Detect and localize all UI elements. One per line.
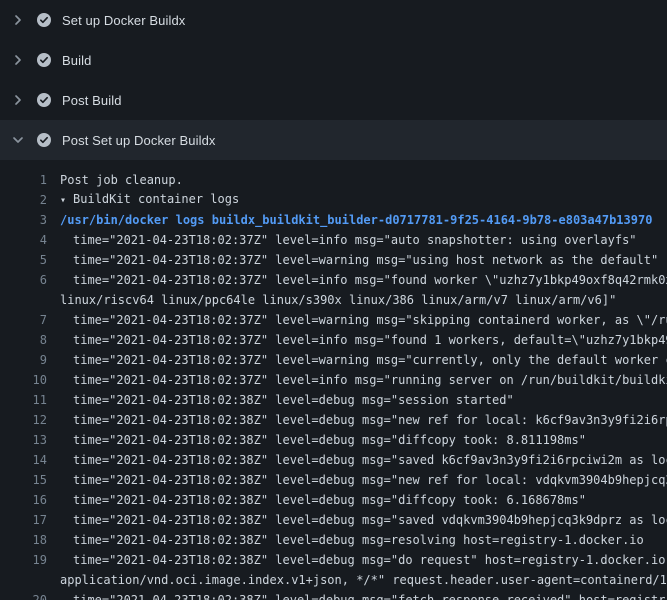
log-line-number[interactable]: 9: [0, 350, 47, 370]
chevron-right-icon[interactable]: [10, 92, 26, 108]
log-group-caret-icon[interactable]: ▾: [60, 191, 66, 211]
log-line-text: time="2021-04-23T18:02:37Z" level=info m…: [60, 230, 667, 250]
log-line-number[interactable]: 10: [0, 370, 47, 390]
log-line: 20 time="2021-04-23T18:02:38Z" level=debu…: [0, 590, 667, 600]
log-line: 11 time="2021-04-23T18:02:38Z" level=debu…: [0, 390, 667, 410]
step-post-set-up-docker-buildx[interactable]: Post Set up Docker Buildx: [0, 120, 667, 160]
log-line-text: time="2021-04-23T18:02:38Z" level=debug …: [60, 390, 667, 410]
log-line: 6 time="2021-04-23T18:02:37Z" level=info …: [0, 270, 667, 290]
log-line: 17 time="2021-04-23T18:02:38Z" level=debu…: [0, 510, 667, 530]
log-line-number[interactable]: 4: [0, 230, 47, 250]
check-circle-icon: [36, 132, 52, 148]
chevron-right-icon[interactable]: [10, 12, 26, 28]
log-line: 13 time="2021-04-23T18:02:38Z" level=debu…: [0, 430, 667, 450]
log-line-number[interactable]: 13: [0, 430, 47, 450]
log-line-text: linux/riscv64 linux/ppc64le linux/s390x …: [60, 290, 667, 310]
chevron-down-icon[interactable]: [10, 132, 26, 148]
log-line-number[interactable]: 15: [0, 470, 47, 490]
log-line-text: time="2021-04-23T18:02:38Z" level=debug …: [60, 470, 667, 490]
log-line: 4 time="2021-04-23T18:02:37Z" level=info …: [0, 230, 667, 250]
log-line-number[interactable]: 12: [0, 410, 47, 430]
check-circle-icon: [36, 92, 52, 108]
log-line: 18 time="2021-04-23T18:02:38Z" level=debu…: [0, 530, 667, 550]
log-line-number[interactable]: 20: [0, 590, 47, 600]
step-label: Post Set up Docker Buildx: [62, 133, 216, 148]
step-post-build[interactable]: Post Build: [0, 80, 667, 120]
log-line-text: time="2021-04-23T18:02:38Z" level=debug …: [60, 410, 667, 430]
log-line: 14 time="2021-04-23T18:02:38Z" level=debu…: [0, 450, 667, 470]
log-line-number[interactable]: 11: [0, 390, 47, 410]
log-line-text: time="2021-04-23T18:02:37Z" level=info m…: [60, 330, 667, 350]
log-line-text: time="2021-04-23T18:02:38Z" level=debug …: [60, 430, 667, 450]
check-circle-icon: [36, 52, 52, 68]
log-line-text: time="2021-04-23T18:02:38Z" level=debug …: [60, 510, 667, 530]
log-line-text: ▾BuildKit container logs: [60, 189, 667, 211]
log-line-text: time="2021-04-23T18:02:38Z" level=debug …: [60, 490, 667, 510]
log-line: 2 ▾BuildKit container logs: [0, 190, 667, 210]
log-line-number[interactable]: 16: [0, 490, 47, 510]
log-line-number[interactable]: 3: [0, 210, 47, 230]
log-line-text: time="2021-04-23T18:02:38Z" level=debug …: [60, 530, 667, 550]
log-line-text: time="2021-04-23T18:02:38Z" level=debug …: [60, 450, 667, 470]
step-label: Build: [62, 53, 91, 68]
step-set-up-docker-buildx[interactable]: Set up Docker Buildx: [0, 0, 667, 40]
log-line-number[interactable]: 7: [0, 310, 47, 330]
step-label: Post Build: [62, 93, 122, 108]
log-line-text: application/vnd.oci.image.index.v1+json,…: [60, 570, 667, 590]
check-circle-icon: [36, 12, 52, 28]
log-line: 3/usr/bin/docker logs buildx_buildkit_bu…: [0, 210, 667, 230]
log-line-text: time="2021-04-23T18:02:37Z" level=warnin…: [60, 350, 667, 370]
step-label: Set up Docker Buildx: [62, 13, 185, 28]
log-line: 12 time="2021-04-23T18:02:38Z" level=debu…: [0, 410, 667, 430]
chevron-right-icon[interactable]: [10, 52, 26, 68]
log-line-text: time="2021-04-23T18:02:38Z" level=debug …: [60, 550, 667, 570]
step-build[interactable]: Build: [0, 40, 667, 80]
log-line-text: time="2021-04-23T18:02:37Z" level=info m…: [60, 370, 667, 390]
log-line-text: Post job cleanup.: [60, 170, 667, 190]
log-line: 7 time="2021-04-23T18:02:37Z" level=warni…: [0, 310, 667, 330]
log-line: application/vnd.oci.image.index.v1+json,…: [0, 570, 667, 590]
log-line: 5 time="2021-04-23T18:02:37Z" level=warni…: [0, 250, 667, 270]
log-line-text: time="2021-04-23T18:02:37Z" level=info m…: [60, 270, 667, 290]
log-line: 9 time="2021-04-23T18:02:37Z" level=warni…: [0, 350, 667, 370]
log-line: 10 time="2021-04-23T18:02:37Z" level=info…: [0, 370, 667, 390]
log-line: linux/riscv64 linux/ppc64le linux/s390x …: [0, 290, 667, 310]
log-line-text: time="2021-04-23T18:02:37Z" level=warnin…: [60, 250, 667, 270]
log-line-text: time="2021-04-23T18:02:38Z" level=debug …: [60, 590, 667, 600]
log-body: 1 Post job cleanup. 2 ▾BuildKit container l…: [0, 160, 667, 600]
log-line: 16 time="2021-04-23T18:02:38Z" level=debu…: [0, 490, 667, 510]
log-line-number[interactable]: 5: [0, 250, 47, 270]
log-line-number[interactable]: 2: [0, 190, 47, 210]
log-line: 1 Post job cleanup.: [0, 170, 667, 190]
log-line-number[interactable]: 6: [0, 270, 47, 290]
log-line-number[interactable]: 18: [0, 530, 47, 550]
log-line: 19 time="2021-04-23T18:02:38Z" level=debu…: [0, 550, 667, 570]
log-command-text: /usr/bin/docker logs buildx_buildkit_bui…: [60, 210, 667, 230]
log-line: 8 time="2021-04-23T18:02:37Z" level=info …: [0, 330, 667, 350]
log-line: 15 time="2021-04-23T18:02:38Z" level=debu…: [0, 470, 667, 490]
log-line-number[interactable]: 1: [0, 170, 47, 190]
log-line-number[interactable]: 8: [0, 330, 47, 350]
log-line-number[interactable]: 19: [0, 550, 47, 570]
actions-log-viewer: Set up Docker Buildx Build Post Build Po…: [0, 0, 667, 600]
log-line-number[interactable]: 14: [0, 450, 47, 470]
log-line-number[interactable]: 17: [0, 510, 47, 530]
log-line-text: time="2021-04-23T18:02:37Z" level=warnin…: [60, 310, 667, 330]
